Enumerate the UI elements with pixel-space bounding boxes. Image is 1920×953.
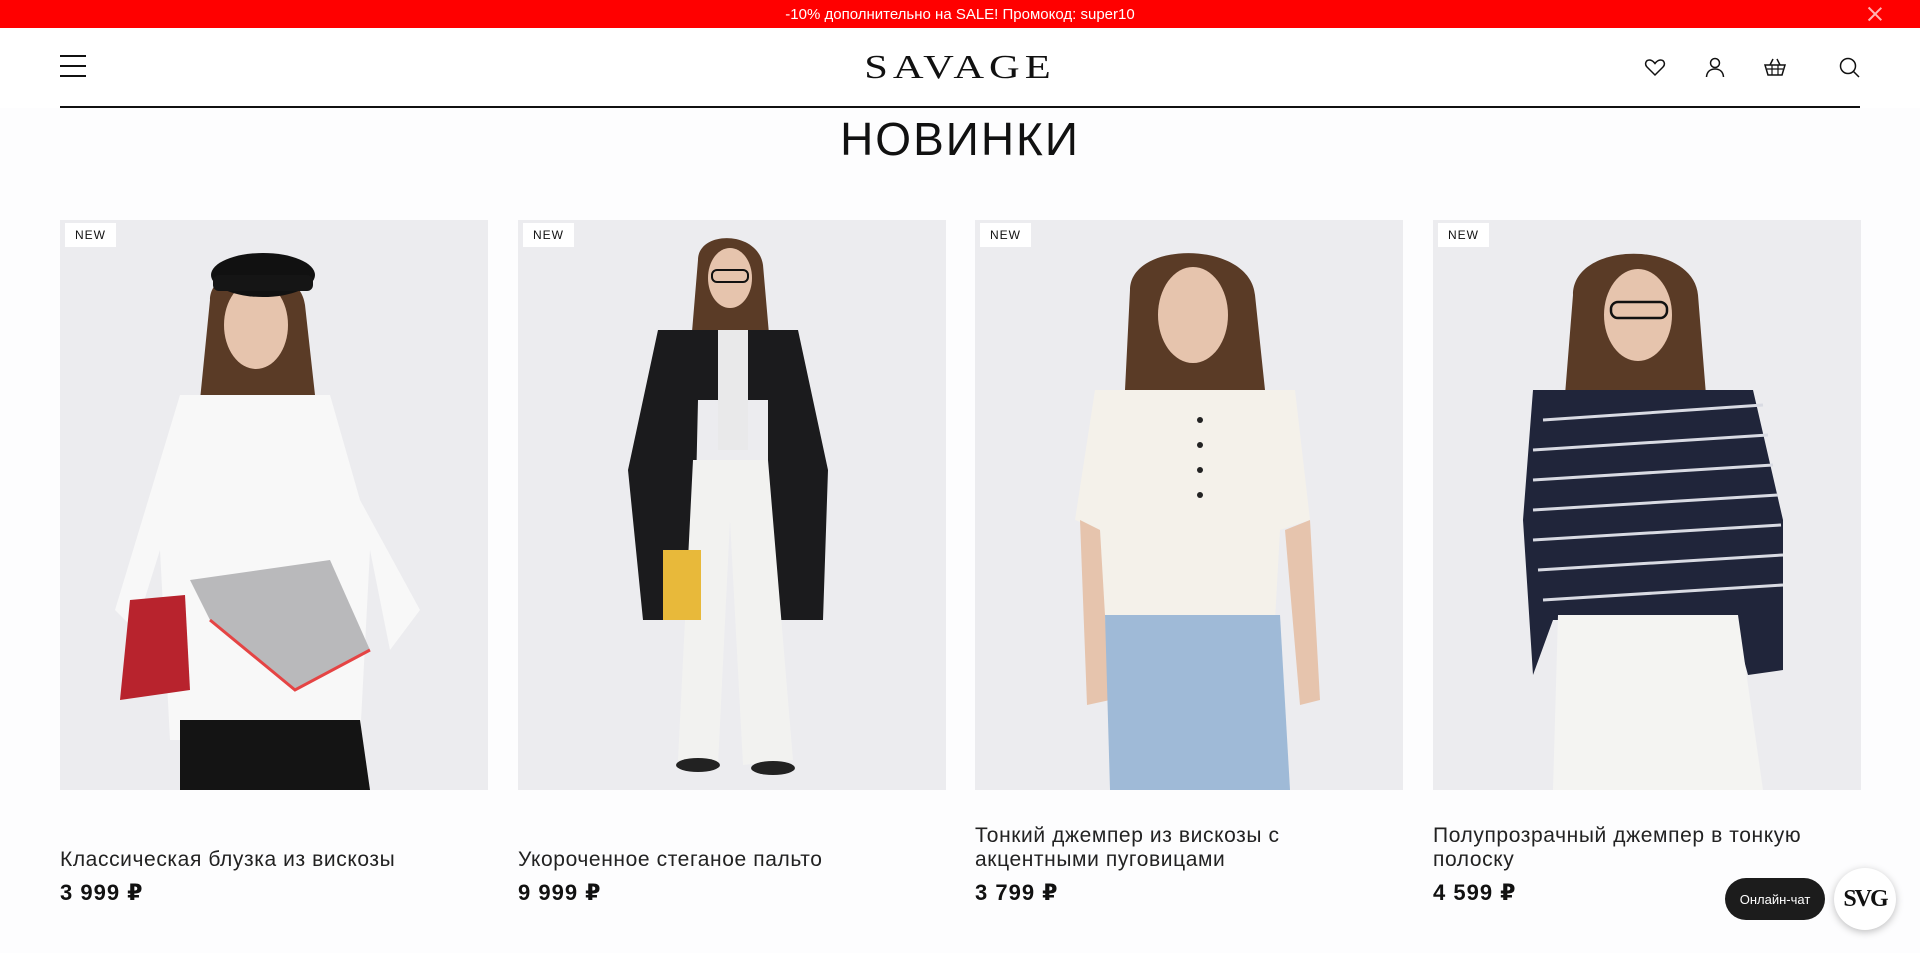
basket-icon[interactable] xyxy=(1763,55,1787,79)
product-price: 4 599 ₽ xyxy=(1433,880,1517,905)
product-card[interactable]: NEW Укороченное стеганое пальто 9 999 ₽ xyxy=(518,220,946,905)
product-name[interactable]: Полупрозрачный джемпер в тонкую полоску xyxy=(1433,824,1861,872)
product-card[interactable]: NEW Тонкий джемпер из вискозы с акцентны… xyxy=(975,220,1403,905)
product-price: 3 999 ₽ xyxy=(60,880,144,905)
product-name[interactable]: Укороченное стеганое пальто xyxy=(518,848,946,872)
product-card[interactable]: NEW Полупрозрачный джемпер в тонкую поло… xyxy=(1433,220,1861,905)
online-chat-button[interactable]: Онлайн-чат xyxy=(1725,878,1825,920)
product-image[interactable]: NEW xyxy=(975,220,1403,790)
promo-text[interactable]: -10% дополнительно на SALE! Промокод: su… xyxy=(785,6,1134,23)
site-logo[interactable]: SAVAGE xyxy=(810,48,1110,88)
product-image[interactable]: NEW xyxy=(60,220,488,790)
header-divider xyxy=(60,106,1860,108)
new-badge: NEW xyxy=(523,223,574,247)
product-name[interactable]: Тонкий джемпер из вискозы с акцентными п… xyxy=(975,824,1403,872)
product-image[interactable]: NEW xyxy=(518,220,946,790)
burger-menu-icon[interactable] xyxy=(60,55,86,77)
product-price: 9 999 ₽ xyxy=(518,880,602,905)
product-name[interactable]: Классическая блузка из вискозы xyxy=(60,848,488,872)
heart-icon[interactable] xyxy=(1643,55,1667,79)
new-badge: NEW xyxy=(1438,223,1489,247)
product-card[interactable]: NEW Классическая блузка из вискозы 3 999… xyxy=(60,220,488,905)
promo-bar: -10% дополнительно на SALE! Промокод: su… xyxy=(0,0,1920,28)
section-title: НОВИНКИ xyxy=(840,113,1080,165)
product-price: 3 799 ₽ xyxy=(975,880,1059,905)
close-icon[interactable] xyxy=(1866,5,1884,23)
user-icon[interactable] xyxy=(1703,55,1727,79)
new-badge: NEW xyxy=(980,223,1031,247)
search-icon[interactable] xyxy=(1837,55,1861,79)
product-image[interactable]: NEW xyxy=(1433,220,1861,790)
chat-avatar[interactable]: SVG xyxy=(1834,868,1896,930)
new-badge: NEW xyxy=(65,223,116,247)
